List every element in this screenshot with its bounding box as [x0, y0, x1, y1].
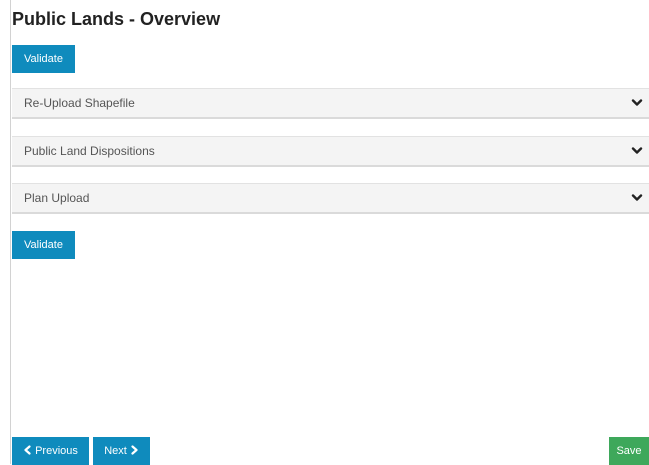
chevron-left-icon — [24, 445, 31, 455]
content-frame — [10, 0, 649, 464]
accordion-item-label: Plan Upload — [24, 191, 90, 205]
validate-button-top[interactable]: Validate — [12, 45, 75, 73]
previous-button-label: Previous — [35, 445, 78, 457]
accordion-item-label: Re-Upload Shapefile — [24, 96, 135, 110]
chevron-down-icon — [631, 99, 643, 106]
chevron-down-icon — [631, 147, 643, 154]
next-button-label: Next — [104, 445, 127, 457]
chevron-right-icon — [131, 445, 138, 455]
next-button[interactable]: Next — [93, 437, 150, 465]
validate-button-bottom[interactable]: Validate — [12, 231, 75, 259]
accordion-item-plan-upload[interactable]: Plan Upload — [12, 183, 649, 214]
page-title: Public Lands - Overview — [12, 9, 221, 29]
accordion-item-public-land-dispositions[interactable]: Public Land Dispositions — [12, 136, 649, 167]
accordion-item-label: Public Land Dispositions — [24, 144, 155, 158]
chevron-down-icon — [631, 194, 643, 201]
accordion-item-reupload-shapefile[interactable]: Re-Upload Shapefile — [12, 88, 649, 119]
previous-button[interactable]: Previous — [12, 437, 89, 465]
save-button[interactable]: Save — [609, 437, 649, 465]
